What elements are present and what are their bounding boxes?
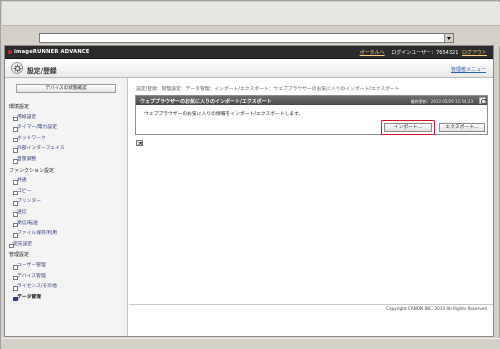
device-status-button[interactable]: デバイスの状態確認 — [16, 84, 116, 93]
title-bar: 設定/登録 管理者メニュー — [5, 59, 493, 78]
export-button[interactable]: エクスポート... — [439, 123, 485, 132]
admin-menu-link[interactable]: 管理者メニュー — [451, 66, 486, 73]
browser-window: imageRUNNER ADVANCE ポータルへ ログインユーザー：76543… — [0, 0, 500, 349]
panel-description: ウェブブラウザーのお気に入りの情報をインポート/エクスポートします。 — [144, 112, 304, 117]
sidebar-item-user-management[interactable]: ユーザー管理 — [9, 261, 127, 272]
sidebar-item-receive-forward[interactable]: 受信/転送 — [9, 219, 127, 230]
menu-group-preferences: 環境設定 — [9, 104, 30, 110]
chevron-down-icon[interactable] — [444, 34, 453, 42]
settings-icon — [11, 62, 23, 74]
panel-header: ウェブブラウザーのお気に入りのインポート/エクスポート 最終更新：2013 05… — [136, 96, 487, 105]
import-button[interactable]: インポート... — [384, 123, 432, 132]
brand-name: imageRUNNER ADVANCE — [14, 49, 90, 55]
sidebar-item-destination-settings[interactable]: 宛先設定 — [9, 240, 127, 251]
sidebar-item-network[interactable]: ネットワーク — [9, 134, 127, 145]
address-field[interactable] — [39, 33, 454, 43]
login-user: ログインユーザー：7654321 — [391, 50, 459, 56]
portal-link[interactable]: ポータルへ — [360, 50, 385, 56]
canon-logo-icon — [8, 50, 12, 54]
sidebar-item-copy[interactable]: コピー — [9, 187, 127, 198]
sidebar-item-paper[interactable]: 用紙設定 — [9, 113, 127, 124]
logout-link[interactable]: ログアウト — [462, 50, 487, 56]
sidebar-item-timer-power[interactable]: タイマー/電力設定 — [9, 123, 127, 134]
sidebar-item-send[interactable]: 送信 — [9, 208, 127, 219]
sidebar-item-license-other[interactable]: ライセンス/その他 — [9, 282, 127, 293]
sidebar-item-data-management[interactable]: データ管理 — [9, 293, 127, 304]
copyright-footer: Copyright CANON INC. 2010 All Rights Res… — [129, 304, 493, 312]
page-top-icon[interactable] — [136, 140, 143, 146]
last-update: 最終更新：2013 05/29 11:54:23 — [410, 98, 473, 104]
web-page: imageRUNNER ADVANCE ポータルへ ログインユーザー：76543… — [4, 45, 494, 337]
page-title: 設定/登録 — [27, 67, 57, 75]
address-row — [2, 26, 500, 46]
sidebar-menu: 環境設定 用紙設定 タイマー/電力設定 ネットワーク 外部インターフェイス 音量… — [9, 102, 127, 303]
import-export-panel: ウェブブラウザーのお気に入りのインポート/エクスポート 最終更新：2013 05… — [135, 95, 488, 135]
breadcrumb: 設定/登録：管理設定：データ管理：インポート/エクスポート：ウェブブラウザーのお… — [136, 87, 400, 92]
brand-bar: imageRUNNER ADVANCE ポータルへ ログインユーザー：76543… — [5, 46, 493, 59]
main-content: 設定/登録：管理設定：データ管理：インポート/エクスポート：ウェブブラウザーのお… — [129, 78, 493, 336]
sidebar: デバイスの状態確認 環境設定 用紙設定 タイマー/電力設定 ネットワーク 外部イ… — [5, 78, 128, 336]
sidebar-item-external-interface[interactable]: 外部インターフェイス — [9, 144, 127, 155]
browser-toolbar — [2, 2, 500, 26]
panel-title: ウェブブラウザーのお気に入りのインポート/エクスポート — [140, 99, 272, 105]
sidebar-item-store-access-files[interactable]: ファイル保存/利用 — [9, 229, 127, 240]
sidebar-item-device-management[interactable]: デバイス管理 — [9, 272, 127, 283]
menu-group-function-settings: ファンクション設定 — [9, 167, 55, 174]
sidebar-item-printer[interactable]: プリンター — [9, 197, 127, 208]
sidebar-item-volume[interactable]: 音量調整 — [9, 155, 127, 166]
refresh-icon[interactable] — [479, 97, 487, 105]
top-nav: ポータルへ ログインユーザー：7654321 ログアウト — [360, 49, 487, 56]
menu-group-management: 管理設定 — [9, 252, 30, 259]
browser-status-bar — [2, 338, 500, 349]
sidebar-item-common[interactable]: 共通 — [9, 176, 127, 187]
